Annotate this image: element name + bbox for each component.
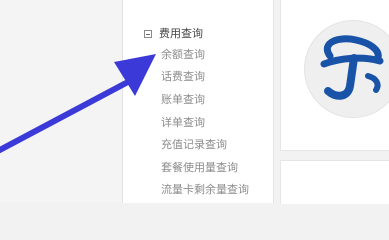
- menu-item-data-card-remaining-query[interactable]: 流量卡剩余量查询: [161, 182, 249, 197]
- menu-item-package-usage-query[interactable]: 套餐使用量查询: [161, 160, 238, 175]
- telecom-logo-icon: [320, 35, 384, 100]
- left-background-area: [0, 0, 122, 203]
- menu-item-bill-query[interactable]: 账单查询: [161, 92, 205, 107]
- menu-item-balance-query[interactable]: 余额查询: [161, 47, 205, 62]
- query-sidebar: 费用查询 余额查询 话费查询 账单查询 详单查询 充值记录查询 套餐使用量查询 …: [122, 0, 274, 203]
- menu-item-detail-query[interactable]: 详单查询: [161, 115, 205, 130]
- collapse-minus-icon[interactable]: [144, 30, 152, 38]
- lower-panel: [280, 160, 389, 204]
- menu-item-recharge-record-query[interactable]: 充值记录查询: [161, 137, 227, 152]
- fee-query-group-header[interactable]: 费用查询: [144, 26, 203, 42]
- menu-item-phone-bill-query[interactable]: 话费查询: [161, 69, 205, 84]
- group-title: 费用查询: [159, 27, 203, 40]
